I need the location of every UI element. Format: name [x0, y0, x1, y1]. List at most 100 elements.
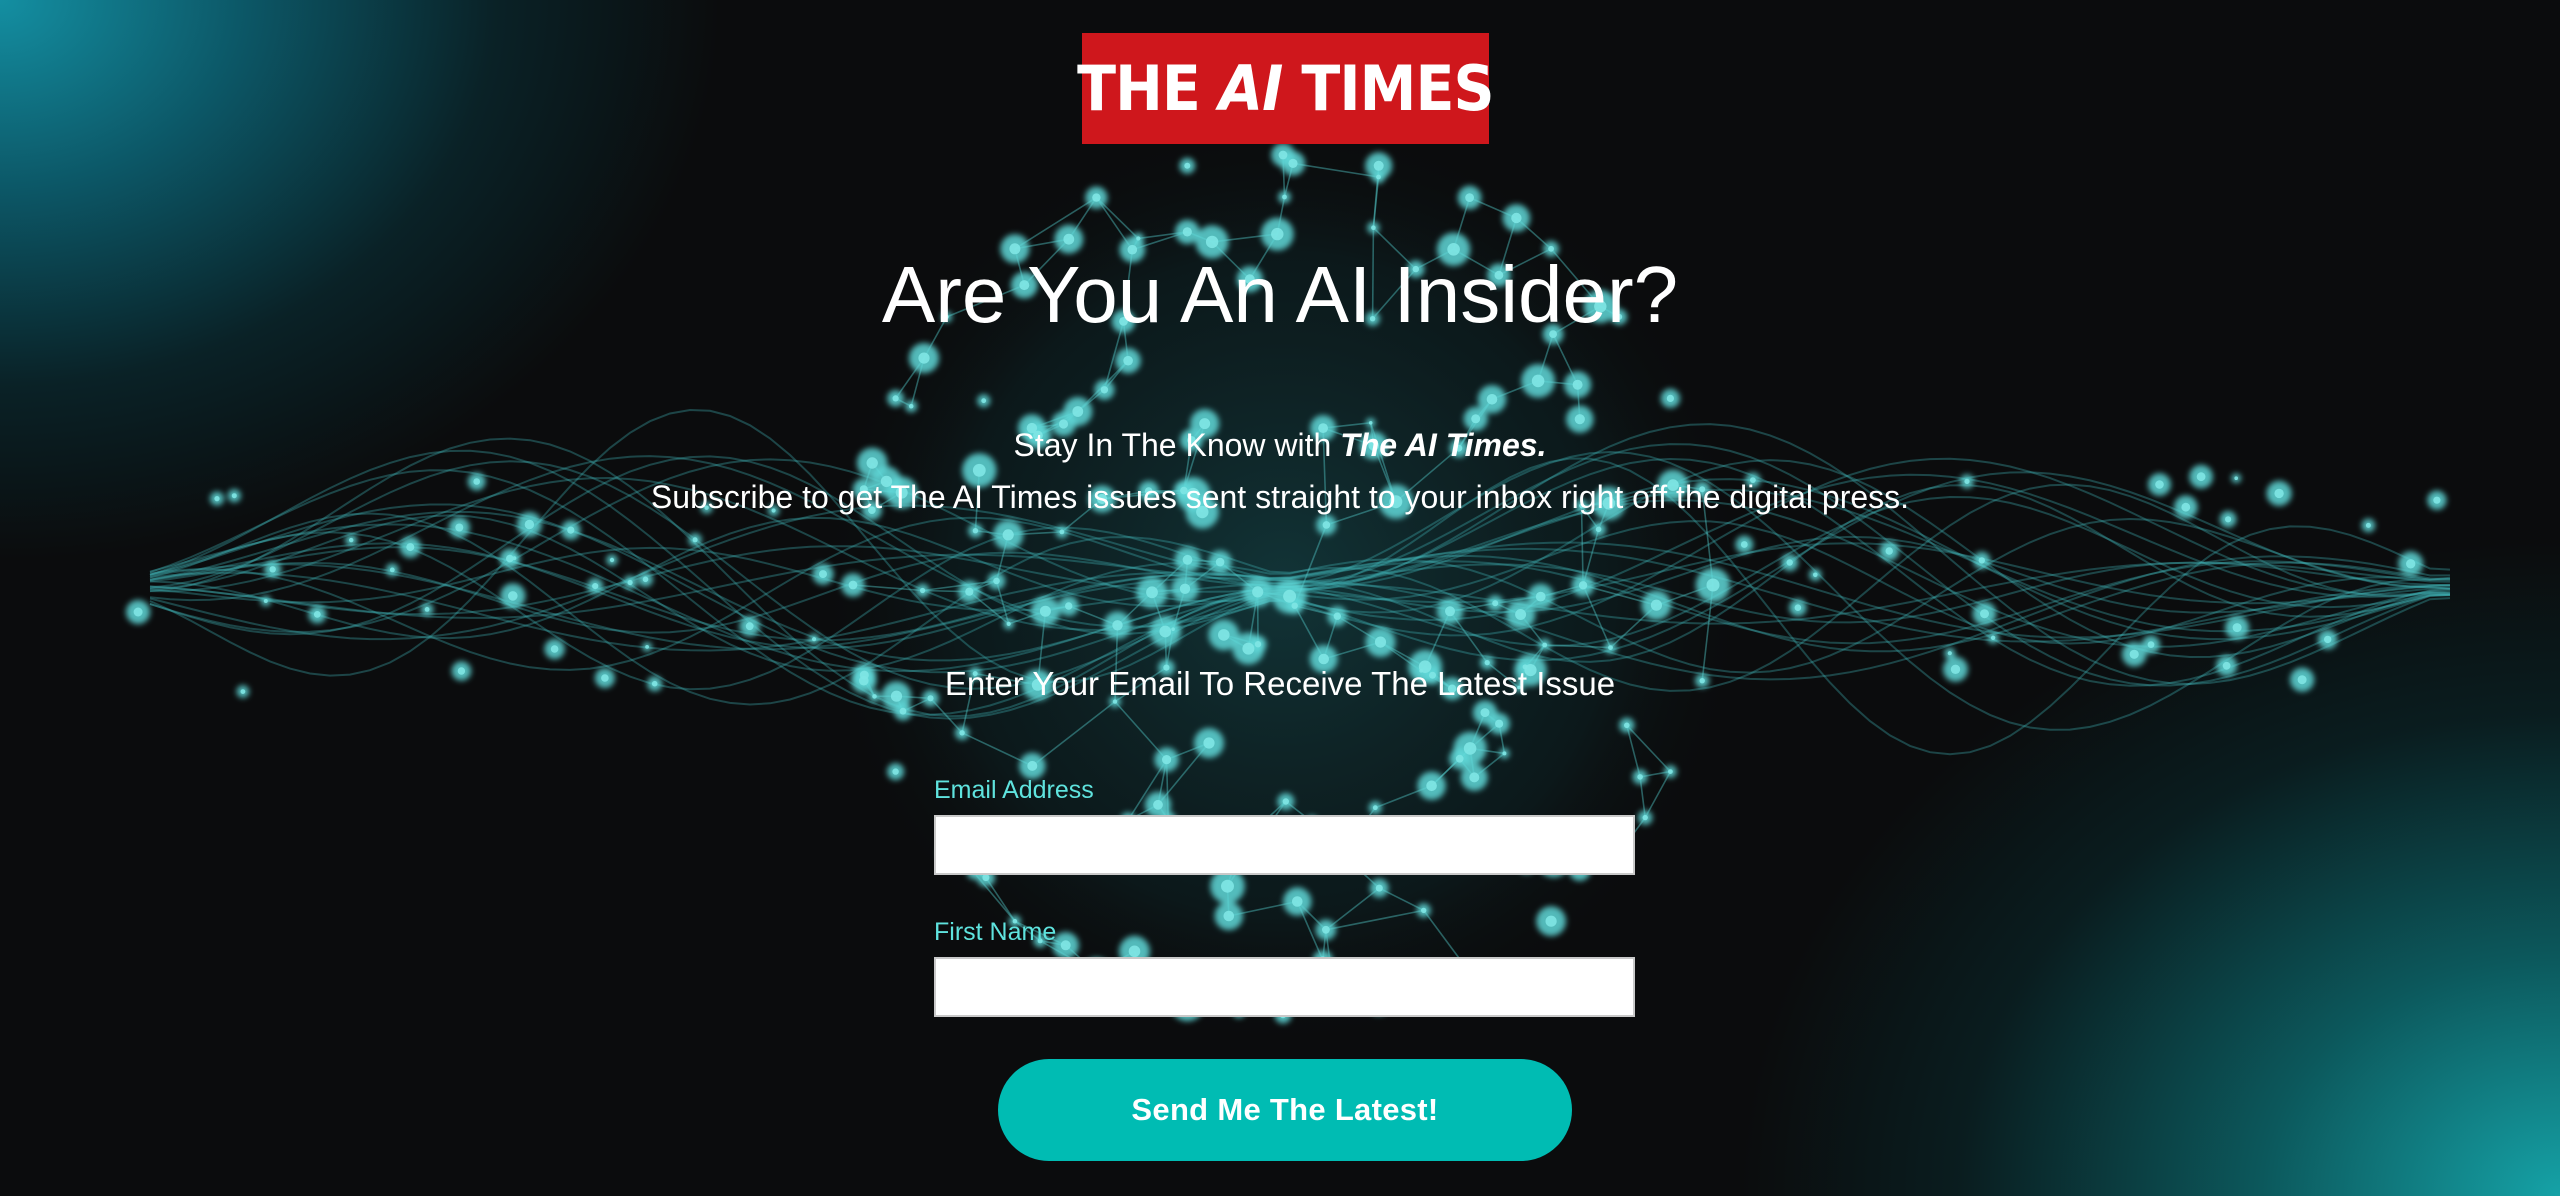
network-node: [812, 637, 817, 642]
network-node: [1006, 621, 1011, 627]
network-node: [567, 526, 575, 534]
network-node: [982, 874, 990, 882]
network-node: [1426, 780, 1437, 792]
network-node: [1100, 386, 1109, 394]
network-node: [1252, 586, 1264, 598]
network-node: [1171, 627, 1175, 631]
network-node: [1535, 591, 1546, 602]
network-node: [1322, 521, 1331, 529]
network-node: [609, 557, 615, 563]
network-node: [1242, 642, 1255, 655]
subscribe-description: Subscribe to get The AI Times issues sen…: [650, 479, 1910, 515]
network-node: [959, 730, 965, 736]
network-node: [1706, 578, 1720, 592]
network-node: [1578, 581, 1588, 590]
network-node: [1608, 645, 1613, 650]
network-node: [263, 599, 268, 603]
network-node: [1179, 583, 1191, 594]
network-node: [1218, 629, 1230, 641]
network-node: [892, 768, 899, 775]
network-node: [406, 543, 415, 552]
network-node: [1650, 599, 1662, 611]
network-node: [1376, 174, 1381, 180]
network-node: [1624, 722, 1630, 729]
network-node: [1374, 636, 1387, 648]
send-me-the-latest-button[interactable]: Send Me The Latest!: [998, 1059, 1572, 1161]
network-node: [1333, 612, 1342, 620]
network-node: [1786, 559, 1793, 566]
network-node: [1002, 529, 1014, 541]
network-node: [1480, 708, 1490, 718]
network-node: [512, 556, 517, 561]
network-node: [2129, 649, 2139, 659]
network-node: [1288, 158, 1298, 168]
network-node: [1572, 379, 1583, 390]
network-node: [1794, 604, 1802, 611]
email-field[interactable]: [934, 815, 1635, 875]
network-node: [1595, 526, 1602, 533]
network-node: [1162, 755, 1172, 765]
the-ai-times-logo[interactable]: THE AI TIMES: [1077, 33, 1495, 144]
network-node: [899, 707, 907, 715]
form-prompt: Enter Your Email To Receive The Latest I…: [944, 665, 1616, 702]
network-node: [1455, 754, 1464, 763]
network-node: [1223, 910, 1235, 922]
network-node: [1463, 742, 1477, 755]
network-node: [550, 645, 559, 653]
network-node: [1182, 554, 1193, 565]
network-node: [1292, 896, 1303, 907]
network-node: [1072, 406, 1084, 417]
network-node: [1092, 193, 1101, 202]
network-node: [1373, 160, 1384, 171]
network-node: [269, 566, 276, 573]
network-node: [1813, 572, 1818, 578]
logo-wordmark: THE AI TIMES: [1077, 52, 1495, 125]
network-node: [2232, 623, 2242, 633]
tagline: Stay In The Know with The AI Times.: [0, 427, 2560, 463]
network-node: [1740, 541, 1748, 548]
network-node: [1318, 653, 1329, 665]
network-node: [1184, 162, 1191, 169]
network-node: [1574, 414, 1585, 425]
network-node: [1254, 641, 1262, 648]
network-node: [2365, 522, 2371, 528]
network-node: [1978, 557, 1986, 564]
network-node: [1372, 805, 1378, 811]
network-node: [1469, 772, 1480, 783]
network-node: [1421, 907, 1427, 914]
network-node: [389, 567, 395, 573]
network-node: [627, 579, 633, 586]
network-node: [1492, 600, 1499, 607]
network-node: [1947, 651, 1952, 656]
network-node: [918, 352, 930, 364]
network-node: [1059, 529, 1065, 535]
network-node: [1445, 606, 1455, 617]
network-node: [920, 587, 926, 594]
network-node: [1291, 602, 1298, 609]
network-node: [1486, 394, 1498, 405]
network-node: [1065, 602, 1073, 610]
network-node: [1502, 751, 1507, 756]
email-label: Email Address: [934, 776, 1094, 804]
tagline-brand: The AI Times.: [1340, 427, 1547, 463]
network-node: [1990, 635, 1996, 640]
network-node: [592, 583, 599, 590]
network-node: [2406, 559, 2416, 569]
network-node: [1039, 605, 1051, 617]
network-node: [848, 580, 858, 590]
network-node: [1027, 760, 1038, 771]
network-node: [1885, 547, 1893, 555]
network-node: [1666, 394, 1674, 402]
network-node: [1203, 737, 1215, 749]
network-node: [908, 403, 914, 409]
network-node: [1146, 586, 1158, 599]
network-node: [1123, 355, 1133, 366]
network-node: [1278, 150, 1288, 160]
network-node: [1159, 625, 1172, 638]
network-node: [1375, 884, 1383, 892]
network-node: [972, 463, 986, 477]
network-node: [819, 570, 827, 579]
network-node: [1371, 225, 1376, 230]
network-node: [1545, 915, 1557, 927]
first-name-field[interactable]: [934, 957, 1635, 1017]
